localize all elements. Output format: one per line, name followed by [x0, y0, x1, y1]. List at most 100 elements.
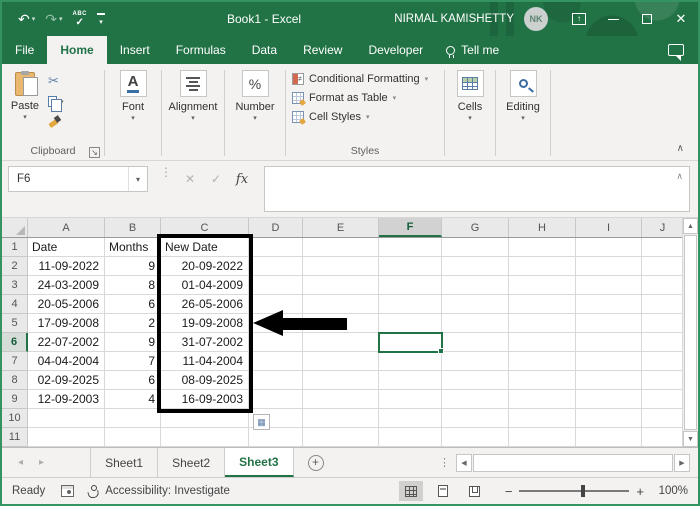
cell-D8[interactable] [249, 371, 303, 390]
cell-E1[interactable] [303, 238, 379, 257]
cell-G1[interactable] [442, 238, 509, 257]
cell-J2[interactable] [642, 257, 682, 276]
cell-B5[interactable]: 2 [105, 314, 161, 333]
cell-B8[interactable]: 6 [105, 371, 161, 390]
tell-me-box[interactable]: Tell me [436, 36, 509, 64]
cell-I5[interactable] [576, 314, 642, 333]
cell-B3[interactable]: 8 [105, 276, 161, 295]
cell-B9[interactable]: 4 [105, 390, 161, 409]
cell-G5[interactable] [442, 314, 509, 333]
cell-G4[interactable] [442, 295, 509, 314]
cancel-formula-button[interactable]: ✕ [177, 172, 203, 186]
cell-styles-button[interactable]: Cell Styles ▾ [292, 107, 444, 126]
cell-C2[interactable]: 20-09-2022 [161, 257, 249, 276]
cell-A8[interactable]: 02-09-2025 [28, 371, 105, 390]
user-name[interactable]: NIRMAL KAMISHETTY [394, 13, 514, 25]
tabbar-drag-handle[interactable]: ⋮ [433, 456, 456, 469]
cell-I11[interactable] [576, 428, 642, 447]
sheet-tab-sheet1[interactable]: Sheet1 [90, 448, 159, 477]
prev-sheet-icon[interactable]: ◂ [18, 457, 23, 468]
cell-H9[interactable] [509, 390, 576, 409]
format-as-table-button[interactable]: Format as Table ▾ [292, 88, 444, 107]
cell-G8[interactable] [442, 371, 509, 390]
spelling-button[interactable]: ABC ✓ [73, 11, 88, 28]
cell-I4[interactable] [576, 295, 642, 314]
cell-E4[interactable] [303, 295, 379, 314]
cut-button[interactable]: ✂ [48, 73, 64, 89]
column-header-D[interactable]: D [249, 218, 303, 237]
cell-E6[interactable] [303, 333, 379, 352]
cell-H11[interactable] [509, 428, 576, 447]
column-header-H[interactable]: H [509, 218, 576, 237]
tab-insert[interactable]: Insert [107, 36, 163, 64]
cell-I1[interactable] [576, 238, 642, 257]
cell-F7[interactable] [379, 352, 442, 371]
cell-C10[interactable] [161, 409, 249, 428]
row-header-6[interactable]: 6 [2, 333, 28, 352]
cell-G7[interactable] [442, 352, 509, 371]
cell-I7[interactable] [576, 352, 642, 371]
cell-D4[interactable] [249, 295, 303, 314]
name-box-dropdown-icon[interactable]: ▾ [127, 167, 147, 191]
cell-J11[interactable] [642, 428, 682, 447]
cell-A5[interactable]: 17-09-2008 [28, 314, 105, 333]
column-header-F[interactable]: F [379, 218, 442, 237]
cell-H7[interactable] [509, 352, 576, 371]
scroll-left-icon[interactable]: ◀ [456, 453, 472, 472]
cell-J10[interactable] [642, 409, 682, 428]
accessibility-status[interactable]: Accessibility: Investigate [105, 485, 230, 497]
insert-function-button[interactable]: fx [229, 172, 255, 187]
new-sheet-button[interactable]: + [307, 454, 324, 471]
cell-C11[interactable] [161, 428, 249, 447]
cells-group-button[interactable]: Cells ▾ [445, 64, 495, 160]
sheet-tab-sheet3[interactable]: Sheet3 [225, 448, 294, 477]
row-header-1[interactable]: 1 [2, 238, 28, 257]
expand-formula-bar-icon[interactable]: ∧ [676, 171, 683, 182]
cell-E8[interactable] [303, 371, 379, 390]
cell-B4[interactable]: 6 [105, 295, 161, 314]
cell-C8[interactable]: 08-09-2025 [161, 371, 249, 390]
redo-button[interactable]: ↷ ▾ [45, 11, 62, 28]
normal-view-button[interactable] [398, 481, 423, 501]
cell-E3[interactable] [303, 276, 379, 295]
column-header-E[interactable]: E [303, 218, 379, 237]
cell-A2[interactable]: 11-09-2022 [28, 257, 105, 276]
enter-formula-button[interactable]: ✓ [203, 172, 229, 186]
cell-I3[interactable] [576, 276, 642, 295]
column-header-G[interactable]: G [442, 218, 509, 237]
tab-data[interactable]: Data [239, 36, 290, 64]
cell-D6[interactable] [249, 333, 303, 352]
cell-H1[interactable] [509, 238, 576, 257]
cell-A7[interactable]: 04-04-2004 [28, 352, 105, 371]
cell-J9[interactable] [642, 390, 682, 409]
row-header-7[interactable]: 7 [2, 352, 28, 371]
cell-J8[interactable] [642, 371, 682, 390]
clipboard-dialog-launcher[interactable]: ↘ [89, 147, 100, 158]
cell-H4[interactable] [509, 295, 576, 314]
page-layout-view-button[interactable] [431, 481, 455, 501]
cell-F9[interactable] [379, 390, 442, 409]
cell-D11[interactable] [249, 428, 303, 447]
cell-F4[interactable] [379, 295, 442, 314]
fill-handle[interactable] [438, 348, 444, 354]
row-header-4[interactable]: 4 [2, 295, 28, 314]
column-header-A[interactable]: A [28, 218, 105, 237]
ribbon-display-options-button[interactable]: ↑ [562, 2, 596, 36]
vertical-scroll-thumb[interactable] [684, 235, 697, 430]
next-sheet-icon[interactable]: ▸ [39, 457, 44, 468]
cell-F11[interactable] [379, 428, 442, 447]
tab-developer[interactable]: Developer [355, 36, 436, 64]
cell-G11[interactable] [442, 428, 509, 447]
cell-B6[interactable]: 9 [105, 333, 161, 352]
cell-B11[interactable] [105, 428, 161, 447]
font-group-button[interactable]: A Font ▾ [105, 64, 161, 160]
cell-F2[interactable] [379, 257, 442, 276]
customize-qat-button[interactable]: ▾ [97, 12, 105, 26]
cell-H8[interactable] [509, 371, 576, 390]
cell-G6[interactable] [442, 333, 509, 352]
close-button[interactable]: ✕ [664, 2, 698, 36]
cell-C4[interactable]: 26-05-2006 [161, 295, 249, 314]
cell-D5[interactable] [249, 314, 303, 333]
horizontal-scroll-thumb[interactable] [473, 453, 673, 472]
cell-I10[interactable] [576, 409, 642, 428]
